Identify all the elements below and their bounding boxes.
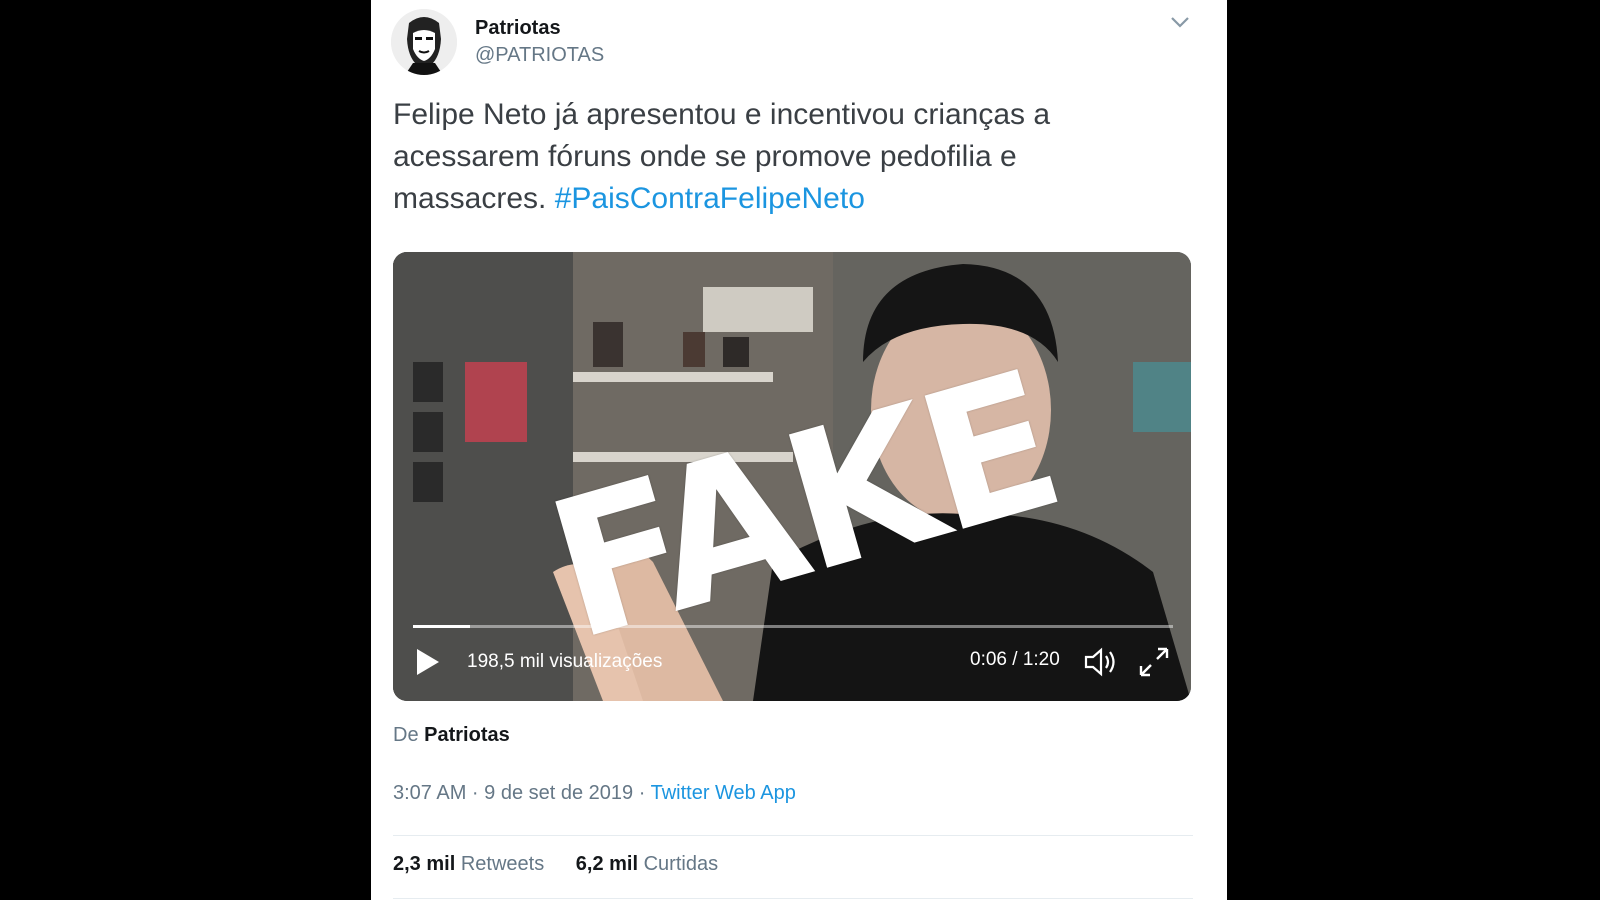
likes-label: Curtidas <box>643 853 719 875</box>
play-icon[interactable] <box>415 647 441 677</box>
tweet-stats: 2,3 mil Retweets 6,2 mil Curtidas <box>393 853 744 876</box>
retweets-count: 2,3 mil <box>393 853 456 875</box>
attribution-line: De Patriotas <box>393 724 510 747</box>
attribution-name[interactable]: Patriotas <box>424 724 510 746</box>
likes-stat[interactable]: 6,2 mil Curtidas <box>576 853 718 875</box>
volume-icon[interactable] <box>1083 645 1121 679</box>
tweet-timestamp[interactable]: 3:07 AM · 9 de set de 2019 · <box>393 782 651 804</box>
avatar[interactable] <box>391 9 457 75</box>
author-name[interactable]: Patriotas <box>475 17 561 40</box>
view-count: 198,5 mil visualizações <box>467 651 663 672</box>
tweet-meta: 3:07 AM · 9 de set de 2019 · Twitter Web… <box>393 782 796 805</box>
tweet-source-link[interactable]: Twitter Web App <box>651 782 796 804</box>
video-progress-fill <box>413 625 470 628</box>
tweet-text: Felipe Neto já apresentou e incentivou c… <box>393 94 1113 220</box>
divider <box>393 898 1193 899</box>
tweet-card: Patriotas @PATRIOTAS Felipe Neto já apre… <box>371 0 1227 900</box>
retweets-label: Retweets <box>460 853 545 875</box>
fullscreen-icon[interactable] <box>1137 645 1171 679</box>
video-player[interactable]: FAKE 198,5 mil visualizações 0:06 / 1:20 <box>393 252 1191 701</box>
author-handle[interactable]: @PATRIOTAS <box>475 44 604 67</box>
attribution-prefix: De <box>393 724 419 746</box>
hashtag-link[interactable]: #PaisContraFelipeNeto <box>555 182 865 215</box>
retweets-stat[interactable]: 2,3 mil Retweets <box>393 853 544 875</box>
video-time: 0:06 / 1:20 <box>970 649 1060 670</box>
chevron-down-icon[interactable] <box>1169 14 1191 30</box>
likes-count: 6,2 mil <box>575 853 639 875</box>
divider <box>393 835 1193 836</box>
video-progress-bar[interactable] <box>413 625 1173 628</box>
